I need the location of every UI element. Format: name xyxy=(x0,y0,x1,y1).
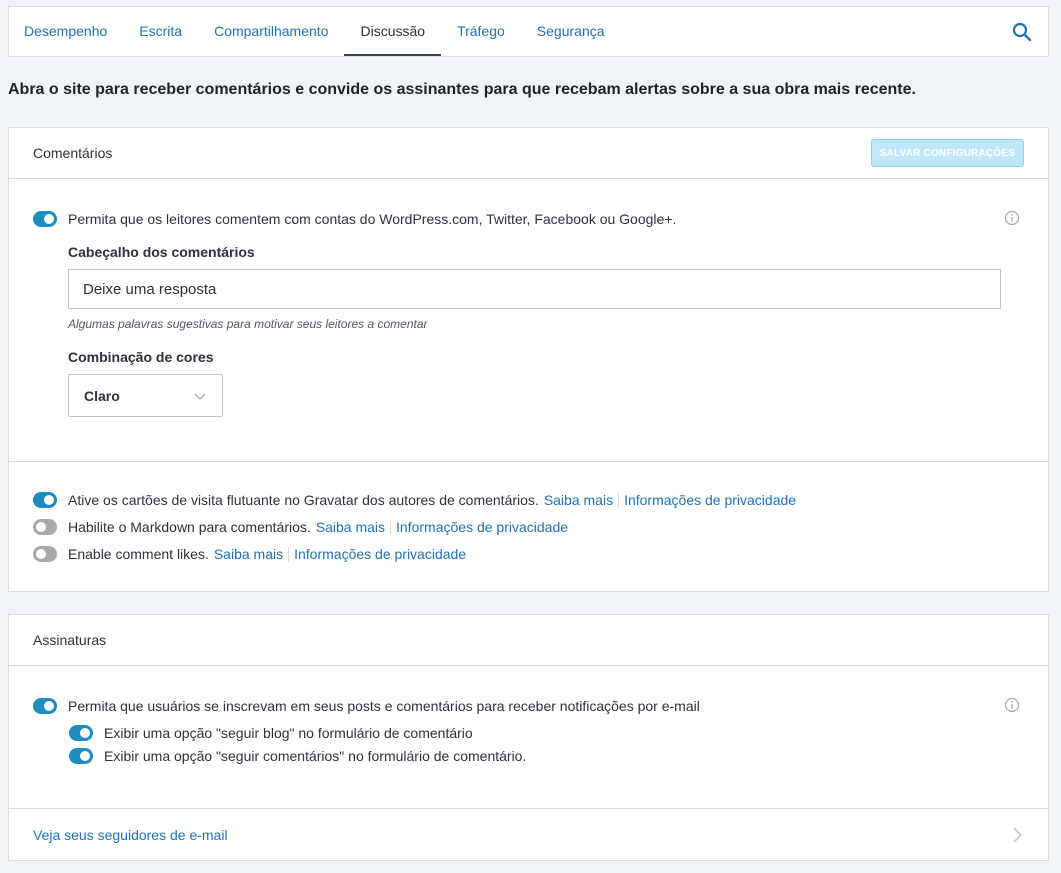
separator xyxy=(288,546,290,562)
follow-comments-toggle[interactable] xyxy=(69,748,93,764)
page-intro: Abra o site para receber comentários e c… xyxy=(8,81,916,98)
markdown-toggle[interactable] xyxy=(33,519,57,535)
chevron-right-icon xyxy=(1013,827,1023,843)
separator xyxy=(390,519,392,535)
gravatar-setting: Ative os cartões de visita flutuante no … xyxy=(33,492,796,508)
tab-trafego[interactable]: Tráfego xyxy=(441,7,521,56)
color-scheme-value: Claro xyxy=(84,387,120,404)
email-followers-label: Veja seus seguidores de e-mail xyxy=(33,827,228,843)
info-icon[interactable] xyxy=(1004,697,1020,713)
follow-comments-label: Exibir uma opção "seguir comentários" no… xyxy=(104,748,527,764)
separator xyxy=(618,492,620,508)
comment-header-label: Cabeçalho dos comentários xyxy=(68,244,255,260)
save-settings-button[interactable]: SALVAR CONFIGURAÇÕES xyxy=(870,139,1024,167)
email-subscription-setting: Permita que usuários se inscrevam em seu… xyxy=(33,698,700,714)
chevron-down-icon xyxy=(194,393,206,400)
info-icon[interactable] xyxy=(1004,210,1020,226)
search-icon xyxy=(1012,22,1032,41)
follow-comments-setting: Exibir uma opção "seguir comentários" no… xyxy=(69,748,526,764)
markdown-setting: Habilite o Markdown para comentários. Sa… xyxy=(33,519,568,535)
social-login-setting: Permita que os leitores comentem com con… xyxy=(33,211,676,227)
social-login-label: Permita que os leitores comentem com con… xyxy=(68,211,677,227)
tab-desempenho[interactable]: Desempenho xyxy=(9,7,123,56)
divider xyxy=(9,461,1048,462)
tab-escrita[interactable]: Escrita xyxy=(123,7,198,56)
search-button[interactable] xyxy=(996,7,1048,56)
learn-more-link[interactable]: Saiba mais xyxy=(316,519,385,535)
gravatar-toggle[interactable] xyxy=(33,492,57,508)
learn-more-link[interactable]: Saiba mais xyxy=(544,492,613,508)
subscriptions-title: Assinaturas xyxy=(33,632,107,648)
tab-seguranca[interactable]: Segurança xyxy=(521,7,621,56)
tab-discussao[interactable]: Discussão xyxy=(344,7,442,56)
follow-blog-toggle[interactable] xyxy=(69,725,93,741)
privacy-info-link[interactable]: Informações de privacidade xyxy=(624,492,796,508)
learn-more-link[interactable]: Saiba mais xyxy=(214,546,283,562)
email-subscription-toggle[interactable] xyxy=(33,698,57,714)
email-followers-link[interactable]: Veja seus seguidores de e-mail xyxy=(9,809,1048,861)
color-scheme-label: Combinação de cores xyxy=(68,349,214,365)
tab-compartilhamento[interactable]: Compartilhamento xyxy=(198,7,344,56)
comments-title: Comentários xyxy=(33,145,113,161)
comments-card: Comentários SALVAR CONFIGURAÇÕES Permita… xyxy=(8,127,1049,592)
comment-header-input[interactable] xyxy=(68,269,1001,309)
social-login-toggle[interactable] xyxy=(33,211,57,227)
subscriptions-card: Assinaturas Permita que usuários se insc… xyxy=(8,614,1049,861)
follow-blog-label: Exibir uma opção "seguir blog" no formul… xyxy=(104,725,473,741)
email-subscription-label: Permita que usuários se inscrevam em seu… xyxy=(68,698,700,714)
comment-header-hint: Algumas palavras sugestivas para motivar… xyxy=(68,317,428,331)
comment-likes-setting: Enable comment likes. Saiba mais Informa… xyxy=(33,546,466,562)
color-scheme-select[interactable]: Claro xyxy=(68,374,223,417)
subscriptions-card-header: Assinaturas xyxy=(9,615,1048,666)
markdown-label: Habilite o Markdown para comentários. xyxy=(68,519,311,535)
comment-likes-label: Enable comment likes. xyxy=(68,546,209,562)
comment-likes-toggle[interactable] xyxy=(33,546,57,562)
follow-blog-setting: Exibir uma opção "seguir blog" no formul… xyxy=(69,725,473,741)
privacy-info-link[interactable]: Informações de privacidade xyxy=(294,546,466,562)
privacy-info-link[interactable]: Informações de privacidade xyxy=(396,519,568,535)
gravatar-label: Ative os cartões de visita flutuante no … xyxy=(68,492,539,508)
comments-card-header: Comentários SALVAR CONFIGURAÇÕES xyxy=(9,128,1048,179)
section-nav: Desempenho Escrita Compartilhamento Disc… xyxy=(8,6,1049,57)
